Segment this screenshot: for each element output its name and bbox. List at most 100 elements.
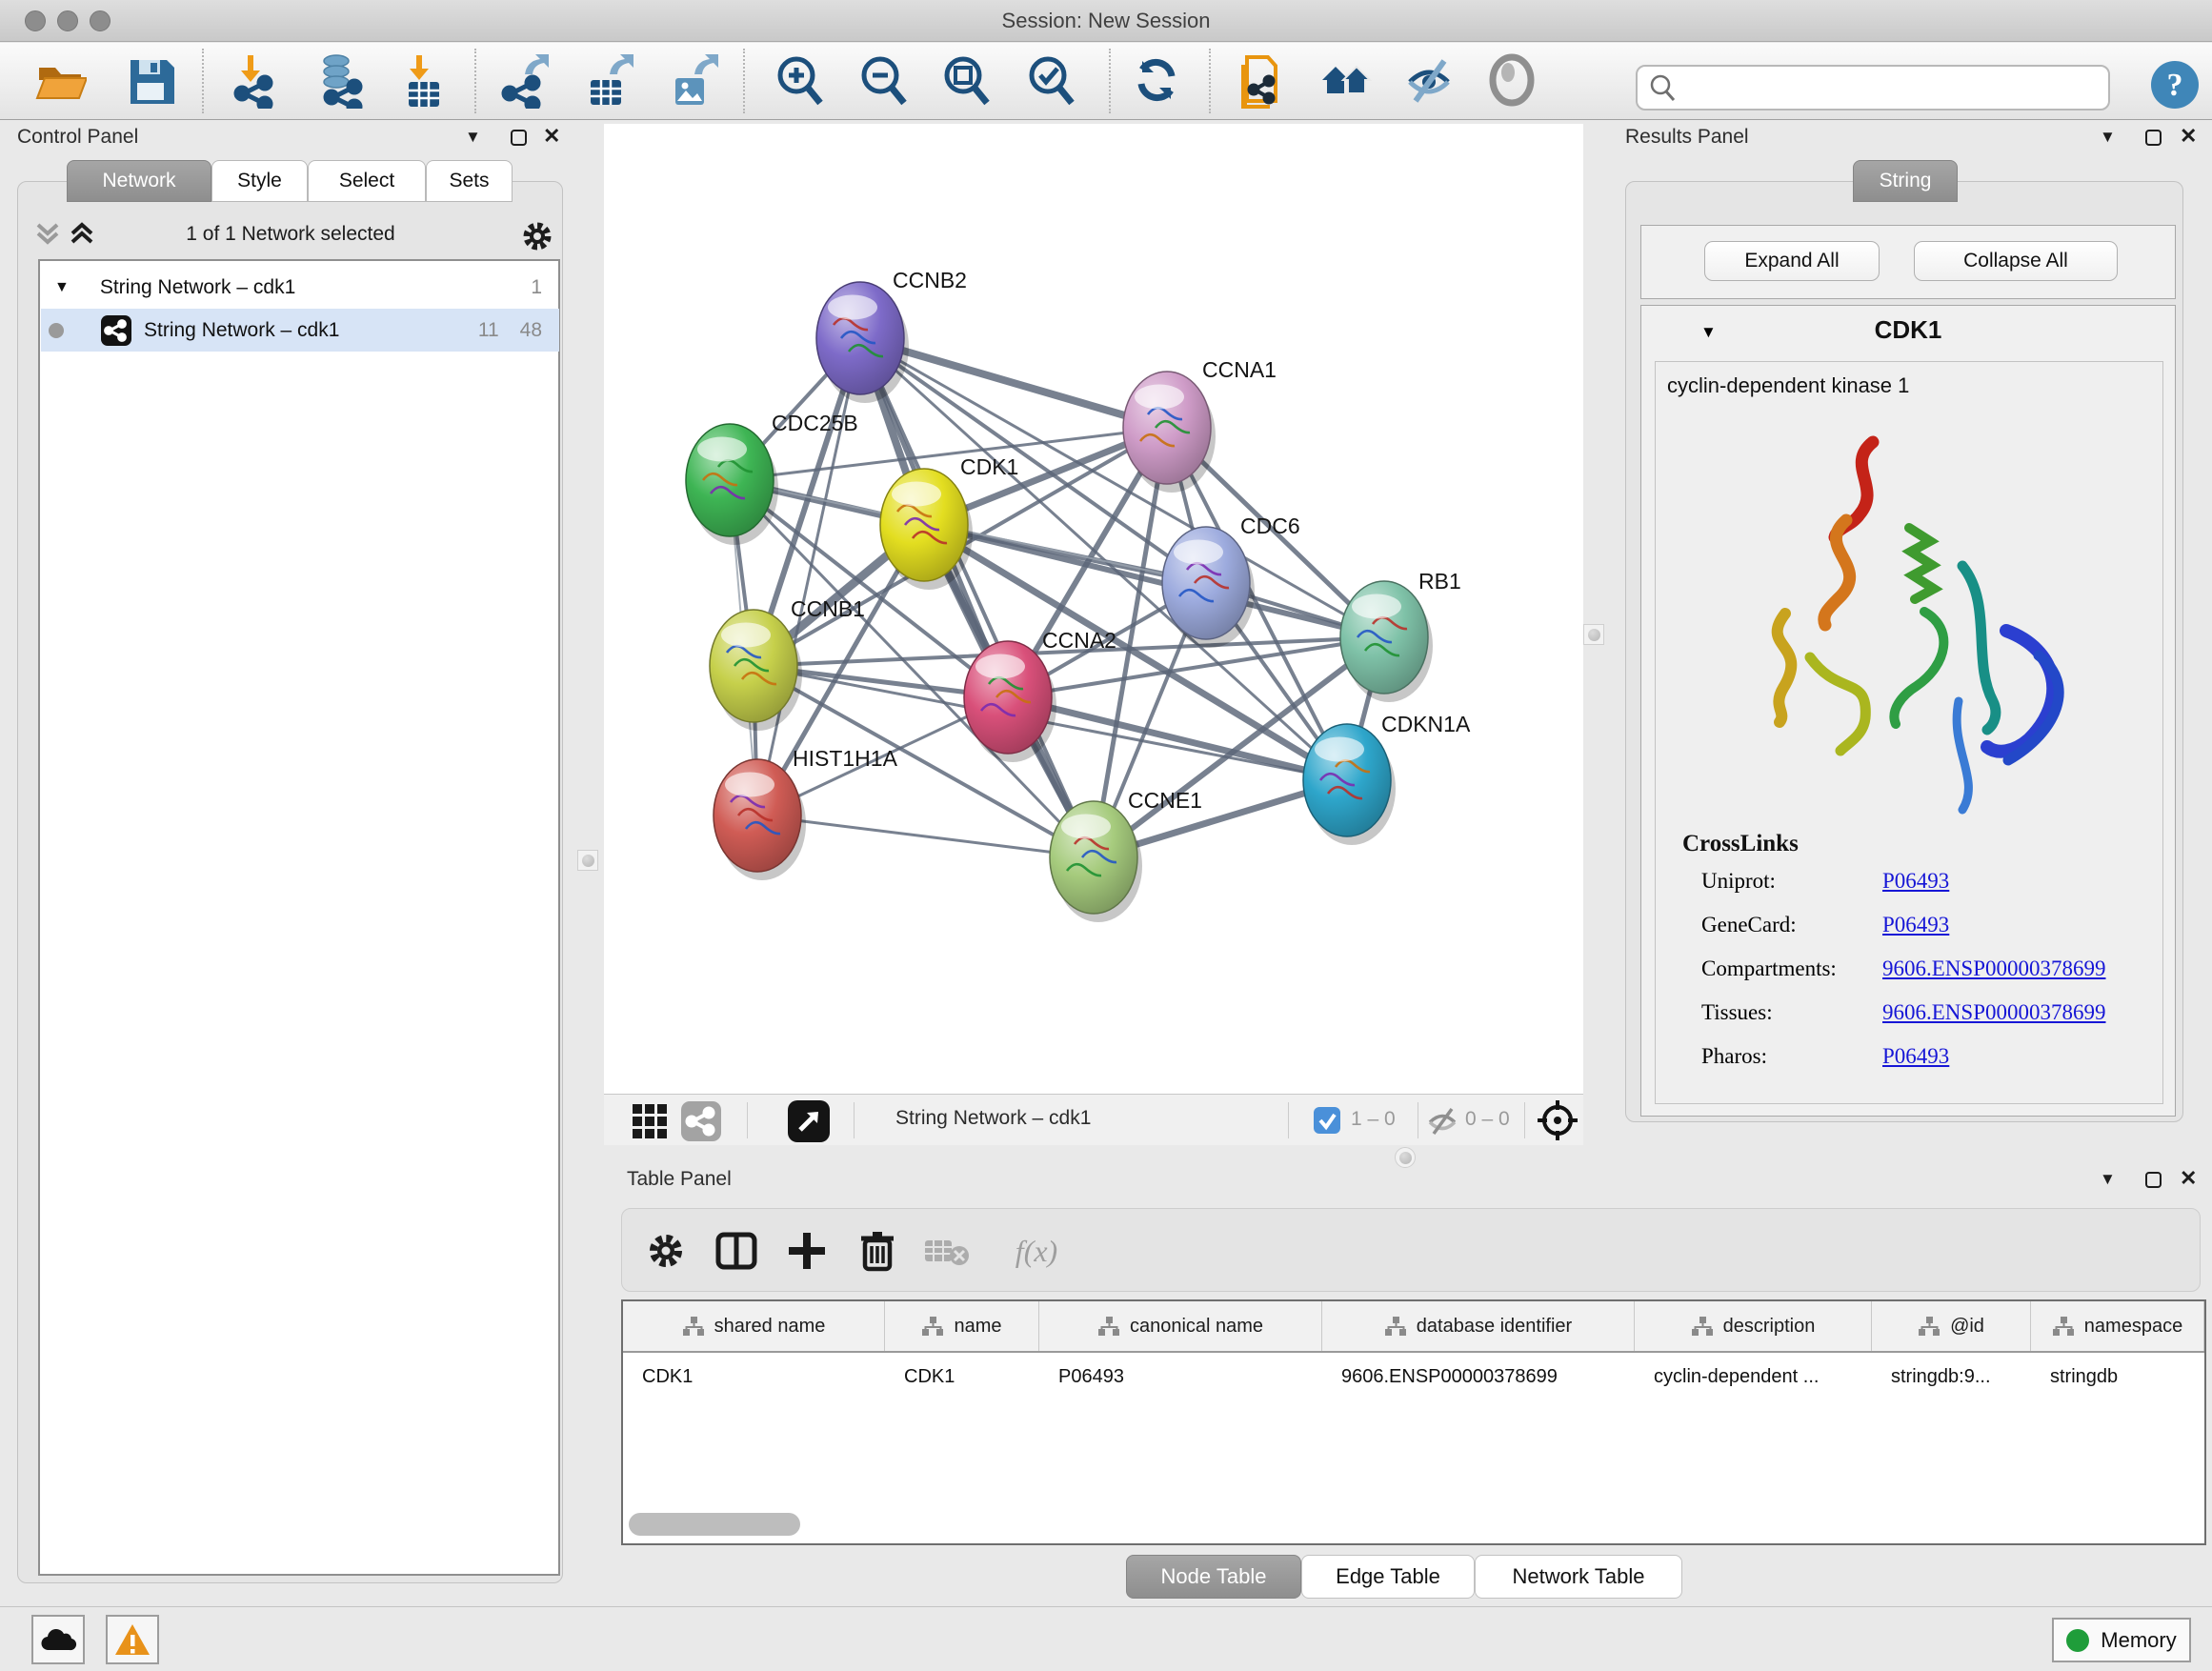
table-cell[interactable]: stringdb:9... — [1872, 1355, 2031, 1399]
tab-network[interactable]: Network — [67, 160, 211, 202]
results-panel-collapse-icon[interactable]: ▼ — [2100, 128, 2116, 147]
column-header-shared-name[interactable]: shared name — [623, 1301, 885, 1351]
table-row[interactable]: CDK1CDK1P064939606.ENSP00000378699cyclin… — [623, 1355, 2204, 1399]
zoom-selected-icon[interactable] — [1023, 52, 1080, 110]
network-selection-status: 1 of 1 Network selected — [38, 223, 543, 246]
table-cell[interactable]: CDK1 — [885, 1355, 1039, 1399]
table-options-gear-icon[interactable] — [639, 1224, 693, 1278]
left-splitter-handle[interactable] — [577, 850, 598, 871]
control-panel-float-icon[interactable] — [511, 130, 527, 151]
graph-edge-hist1h1a-ccne1[interactable] — [757, 815, 1094, 857]
graph-node-CCNA1[interactable]: CCNA1 — [1123, 357, 1277, 493]
table-cell[interactable]: 9606.ENSP00000378699 — [1322, 1355, 1635, 1399]
crosslink-link[interactable]: P06493 — [1882, 869, 1949, 893]
network-options-gear-icon[interactable] — [518, 217, 556, 260]
create-column-icon[interactable] — [780, 1224, 834, 1278]
first-neighbors-icon[interactable] — [1233, 52, 1290, 110]
warnings-button[interactable] — [106, 1615, 159, 1664]
results-panel-close-icon[interactable]: ✕ — [2180, 124, 2197, 149]
network-canvas[interactable]: CCNB2CCNA1CDC25BCDK1CDC6RB1CCNB1CCNA2CDK… — [604, 124, 1583, 1094]
column-header-database-identifier[interactable]: database identifier — [1322, 1301, 1635, 1351]
graph-node-label: CCNA1 — [1202, 357, 1277, 382]
crosslink-link[interactable]: P06493 — [1882, 913, 1949, 936]
memory-button[interactable]: Memory — [2052, 1618, 2191, 1662]
protein-collapse-icon[interactable]: ▼ — [1700, 323, 1717, 342]
tab-edge-table[interactable]: Edge Table — [1301, 1555, 1475, 1599]
expand-all-button[interactable]: Expand All — [1704, 241, 1880, 281]
graph-node-CCNB2[interactable]: CCNB2 — [816, 268, 967, 403]
graph-node-label: CCNE1 — [1128, 788, 1202, 813]
column-header--id[interactable]: @id — [1872, 1301, 2031, 1351]
column-header-canonical-name[interactable]: canonical name — [1039, 1301, 1322, 1351]
grid-view-icon[interactable] — [631, 1102, 669, 1145]
import-table-file-icon[interactable] — [396, 52, 453, 110]
control-panel-collapse-icon[interactable]: ▼ — [465, 128, 481, 147]
graph-node-HIST1H1A[interactable]: HIST1H1A — [714, 746, 898, 880]
show-columns-icon[interactable] — [710, 1224, 763, 1278]
function-builder-icon[interactable]: f(x) — [994, 1224, 1079, 1278]
table-panel-float-icon[interactable] — [2145, 1172, 2162, 1193]
table-cell[interactable]: stringdb — [2031, 1355, 2204, 1399]
tab-style[interactable]: Style — [211, 160, 308, 202]
selected-checkbox-icon[interactable] — [1313, 1106, 1341, 1139]
column-header-namespace[interactable]: namespace — [2031, 1301, 2204, 1351]
network-thumbnail-icon[interactable] — [680, 1100, 722, 1147]
birdseye-navigator-icon[interactable] — [787, 1099, 831, 1148]
network-collection-row[interactable]: ▼ String Network – cdk1 1 — [41, 266, 559, 309]
right-splitter-handle[interactable] — [1583, 624, 1604, 645]
search-input[interactable] — [1678, 77, 2087, 99]
zoom-in-icon[interactable] — [772, 52, 829, 110]
bottom-splitter-handle[interactable] — [1395, 1147, 1416, 1168]
zoom-fit-icon[interactable] — [938, 52, 995, 110]
zoom-out-icon[interactable] — [855, 52, 913, 110]
crosslink-link[interactable]: P06493 — [1882, 1044, 1949, 1068]
tab-node-table[interactable]: Node Table — [1126, 1555, 1301, 1599]
fit-selected-crosshair-icon[interactable] — [1536, 1098, 1579, 1147]
graph-node-CCNE1[interactable]: CCNE1 — [1050, 788, 1202, 922]
export-network-icon[interactable] — [495, 52, 553, 110]
import-network-file-icon[interactable] — [228, 52, 285, 110]
delete-table-icon[interactable] — [921, 1224, 975, 1278]
column-header-description[interactable]: description — [1635, 1301, 1872, 1351]
crosslink-link[interactable]: 9606.ENSP00000378699 — [1882, 1000, 2106, 1024]
network-row[interactable]: String Network – cdk1 11 48 — [41, 309, 559, 352]
refresh-icon[interactable] — [1129, 52, 1186, 110]
cloud-services-button[interactable] — [31, 1615, 85, 1664]
table-cell[interactable]: CDK1 — [623, 1355, 885, 1399]
open-session-icon[interactable] — [31, 52, 89, 110]
graph-node-label: CDK1 — [960, 454, 1018, 479]
level-of-detail-icon[interactable] — [1484, 52, 1541, 110]
export-table-icon[interactable] — [580, 52, 637, 110]
toolbar-separator — [1209, 49, 1211, 113]
tab-network-table[interactable]: Network Table — [1475, 1555, 1682, 1599]
export-image-icon[interactable] — [665, 52, 722, 110]
graph-node-CDC6[interactable]: CDC6 — [1162, 513, 1300, 648]
hidden-eye-icon[interactable] — [1425, 1104, 1459, 1143]
column-header-name[interactable]: name — [885, 1301, 1039, 1351]
tab-select[interactable]: Select — [308, 160, 426, 202]
protein-description: cyclin-dependent kinase 1 — [1667, 373, 1909, 398]
help-icon[interactable]: ? — [2146, 56, 2203, 113]
table-panel-close-icon[interactable]: ✕ — [2180, 1166, 2197, 1191]
graph-node-RB1[interactable]: RB1 — [1340, 569, 1461, 702]
show-hide-graphics-icon[interactable] — [1401, 52, 1458, 110]
table-cell[interactable]: cyclin-dependent ... — [1635, 1355, 1872, 1399]
table-horizontal-scrollbar[interactable] — [627, 1513, 2199, 1538]
save-session-icon[interactable] — [123, 52, 180, 110]
crosslink-link[interactable]: 9606.ENSP00000378699 — [1882, 956, 2106, 980]
collection-expand-icon[interactable]: ▼ — [54, 279, 70, 296]
protein-section: ▼ CDK1 cyclin-dependent kinase 1 — [1640, 305, 2176, 1117]
import-network-database-icon[interactable] — [312, 52, 369, 110]
graph-node-CDKN1A[interactable]: CDKN1A — [1303, 712, 1471, 845]
home-pages-icon[interactable] — [1317, 52, 1375, 110]
graph-edge-ccnb2-ccne1[interactable] — [860, 338, 1094, 857]
results-panel-float-icon[interactable] — [2145, 130, 2162, 151]
scrollbar-thumb[interactable] — [629, 1513, 800, 1536]
table-cell[interactable]: P06493 — [1039, 1355, 1322, 1399]
table-panel-collapse-icon[interactable]: ▼ — [2100, 1170, 2116, 1189]
tab-sets[interactable]: Sets — [426, 160, 513, 202]
delete-columns-icon[interactable] — [851, 1224, 904, 1278]
collapse-all-button[interactable]: Collapse All — [1914, 241, 2118, 281]
control-panel-close-icon[interactable]: ✕ — [543, 124, 560, 149]
tab-string[interactable]: String — [1853, 160, 1958, 202]
